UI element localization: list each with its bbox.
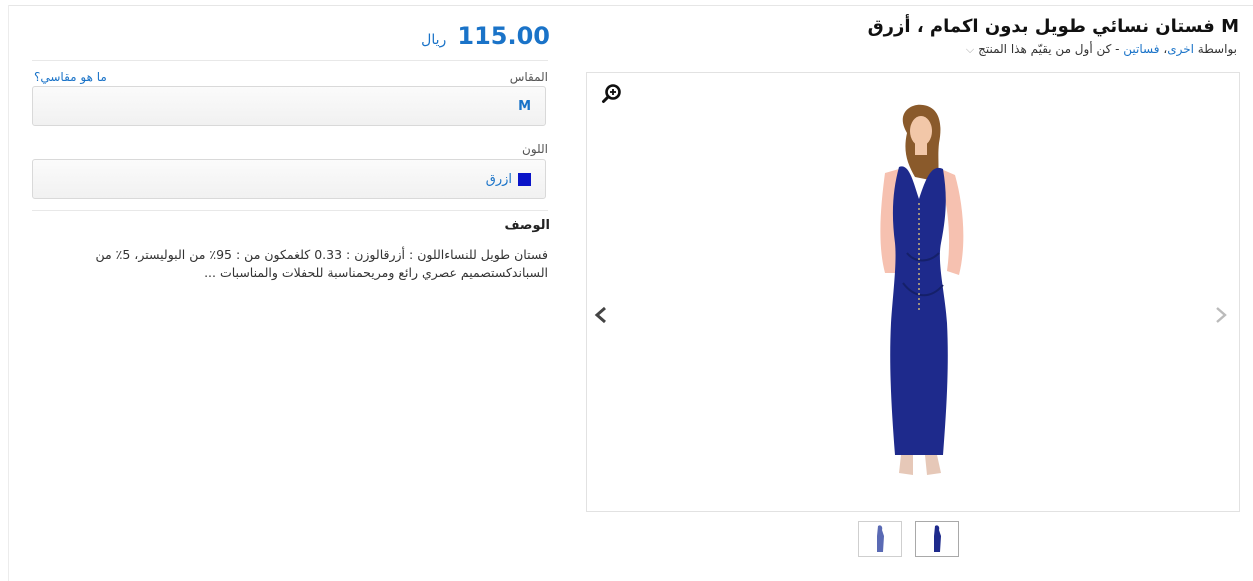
size-label: المقاس xyxy=(509,70,548,84)
zoom-in-icon[interactable] xyxy=(601,83,623,105)
chevron-left-icon[interactable] xyxy=(591,303,611,327)
divider xyxy=(32,210,548,211)
thumbnail-1[interactable] xyxy=(858,521,902,557)
top-border xyxy=(8,5,1253,6)
product-price: 115.00 ريال xyxy=(421,22,550,50)
category-link[interactable]: فساتين xyxy=(1123,42,1159,56)
chevron-down-icon[interactable]: ⌵ xyxy=(966,43,974,56)
size-select[interactable]: M xyxy=(32,86,546,126)
product-byline: بواسطة اخرى، فساتين - كن أول من يقيّم هذ… xyxy=(965,42,1237,56)
product-gallery xyxy=(586,72,1240,512)
color-select[interactable]: ازرق xyxy=(32,159,546,199)
byline-prefix: بواسطة xyxy=(1197,42,1237,56)
color-option: ازرق xyxy=(486,172,531,187)
size-guide-link[interactable]: ما هو مقاسي؟ xyxy=(34,70,107,84)
color-label: اللون xyxy=(522,142,548,156)
price-amount: 115.00 xyxy=(457,22,550,50)
color-selected-value: ازرق xyxy=(485,171,512,187)
left-border xyxy=(8,5,9,581)
brand-link[interactable]: اخرى xyxy=(1167,42,1194,56)
rate-product-link[interactable]: - كن أول من يقيّم هذا المنتج xyxy=(978,42,1119,56)
product-image xyxy=(880,104,964,475)
thumbnail-2[interactable] xyxy=(915,521,959,557)
description-heading: الوصف xyxy=(504,218,550,233)
color-swatch xyxy=(518,172,531,186)
price-currency: ريال xyxy=(421,32,447,48)
chevron-right-icon[interactable] xyxy=(1211,303,1231,327)
divider xyxy=(32,60,548,61)
thumbnail-strip xyxy=(858,521,959,557)
description-text: فستان طويل للنساءاللون : أزرقالوزن : 0.3… xyxy=(95,247,548,280)
product-title: M فستان نسائي طويل بدون اكمام ، أزرق xyxy=(867,16,1239,37)
size-selected-value: M xyxy=(518,98,531,114)
